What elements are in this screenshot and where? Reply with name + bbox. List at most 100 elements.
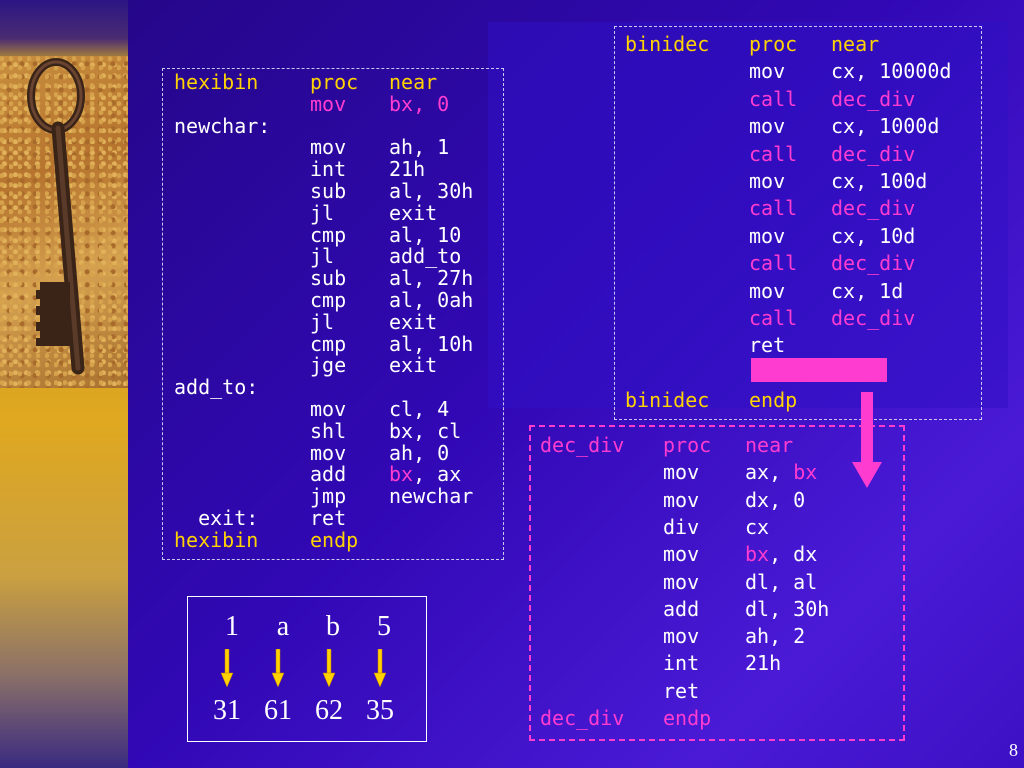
code-operand: dl, al xyxy=(745,569,818,594)
highlight-bar xyxy=(751,358,887,382)
code-operand: bx xyxy=(745,542,770,567)
code-operand: exit xyxy=(389,353,438,378)
code-mnemonic: jl xyxy=(310,309,335,334)
code-operand: al, 10 xyxy=(389,222,462,247)
code-operand: ah, 1 xyxy=(389,135,450,160)
code-mnemonic: proc xyxy=(749,32,798,56)
arrow-down-icon xyxy=(373,649,387,687)
code-mnemonic: call xyxy=(749,251,798,276)
code-mnemonic: int xyxy=(310,157,347,182)
code-operand: bx xyxy=(793,460,818,485)
code-operand: cl, 4 xyxy=(389,397,450,421)
code-mnemonic: mov xyxy=(310,440,347,465)
page-number: 8 xyxy=(1009,740,1018,760)
code-mnemonic: call xyxy=(749,196,798,221)
key-icon xyxy=(27,58,85,375)
code-operand: al, 0ah xyxy=(389,288,474,312)
code-label: binidec xyxy=(625,32,710,56)
code-operand: dl, 30h xyxy=(745,596,830,621)
hex-1: 31 xyxy=(213,695,241,726)
code-label: binidec xyxy=(625,388,710,413)
code-operand: dec_div xyxy=(831,306,916,330)
code-mnemonic: endp xyxy=(663,706,712,730)
code-mnemonic: mov xyxy=(663,542,700,567)
conversion-box: 1 a b 5 31 61 62 35 xyxy=(187,596,427,742)
dec-div-code-box xyxy=(529,425,905,741)
code-operand: 21h xyxy=(745,651,782,676)
code-operand: al, 30h xyxy=(389,179,474,203)
char-3: b xyxy=(326,611,340,642)
code-operand: 21h xyxy=(389,157,426,182)
code-operand: cx xyxy=(745,514,770,539)
char-4: 5 xyxy=(377,611,391,642)
code-operand: dec_div xyxy=(831,196,916,221)
code-mnemonic: ret xyxy=(663,678,700,703)
code-mnemonic: call xyxy=(749,86,798,111)
code-operand: cx, 10d xyxy=(831,223,916,248)
code-label: exit: xyxy=(174,506,259,530)
code-operand: add_to xyxy=(389,244,462,269)
code-operand: near xyxy=(389,70,438,94)
hex-3: 62 xyxy=(315,695,343,726)
code-mnemonic: int xyxy=(663,651,700,676)
code-mnemonic: mov xyxy=(749,278,786,303)
code-mnemonic: jge xyxy=(310,353,347,378)
code-mnemonic: add xyxy=(310,462,347,487)
char-1: 1 xyxy=(225,611,239,642)
code-mnemonic: mov xyxy=(663,460,700,485)
code-mnemonic: mov xyxy=(310,397,347,421)
hex-4: 35 xyxy=(366,695,394,726)
code-operand: ax, xyxy=(745,460,794,485)
code-operand: exit xyxy=(389,200,438,225)
code-mnemonic: div xyxy=(663,514,700,539)
code-mnemonic: ret xyxy=(749,333,786,358)
code-mnemonic: call xyxy=(749,141,798,166)
code-operand: cx, 1000d xyxy=(831,114,940,139)
code-label: add_to: xyxy=(174,375,259,400)
code-label: dec_div xyxy=(540,706,625,730)
code-operand: dx, 0 xyxy=(745,487,806,512)
code-operand: bx, cl xyxy=(389,418,462,443)
code-mnemonic: proc xyxy=(663,433,712,457)
code-mnemonic: mov xyxy=(663,569,700,594)
code-mnemonic: endp xyxy=(749,388,798,413)
code-operand: cx, 10000d xyxy=(831,59,952,84)
arrow-down-icon xyxy=(271,649,285,687)
code-mnemonic: proc xyxy=(310,70,359,94)
code-mnemonic: mov xyxy=(749,59,786,84)
char-2: a xyxy=(276,611,290,642)
code-mnemonic: mov xyxy=(663,624,700,649)
code-mnemonic: mov xyxy=(749,169,786,193)
code-operand: near xyxy=(745,433,794,457)
key-image xyxy=(0,56,128,388)
code-mnemonic: jmp xyxy=(310,484,347,509)
code-label: newchar: xyxy=(174,113,271,138)
code-mnemonic: sub xyxy=(310,179,347,203)
code-mnemonic: cmp xyxy=(310,288,347,312)
code-mnemonic: sub xyxy=(310,266,347,291)
code-operand: dec_div xyxy=(831,251,916,276)
code-operand: al, 27h xyxy=(389,266,474,291)
code-mnemonic: cmp xyxy=(310,222,347,247)
hex-2: 61 xyxy=(264,695,292,726)
code-mnemonic: mov xyxy=(749,114,786,139)
code-operand: near xyxy=(831,32,880,56)
code-operand: al, 10h xyxy=(389,331,474,356)
code-mnemonic: mov xyxy=(663,487,700,512)
code-label: hexibin xyxy=(174,70,259,94)
code-mnemonic: mov xyxy=(749,223,786,248)
code-operand: cx, 1d xyxy=(831,278,904,303)
code-operand: bx, 0 xyxy=(389,91,450,116)
code-mnemonic: cmp xyxy=(310,331,347,356)
code-operand: dec_div xyxy=(831,86,916,111)
code-operand: ah, 0 xyxy=(389,440,450,465)
code-operand: exit xyxy=(389,309,438,334)
code-mnemonic: ret xyxy=(310,506,347,530)
code-label: dec_div xyxy=(540,433,625,457)
arrow-down-icon xyxy=(220,649,234,687)
slide: hexibin proc near mov bx, 0 newchar: mov ah, 1 i… xyxy=(0,0,1024,768)
code-mnemonic: jl xyxy=(310,244,335,269)
code-operand: , ax xyxy=(413,462,462,487)
code-operand: , dx xyxy=(769,542,818,567)
code-mnemonic: mov xyxy=(310,135,347,160)
